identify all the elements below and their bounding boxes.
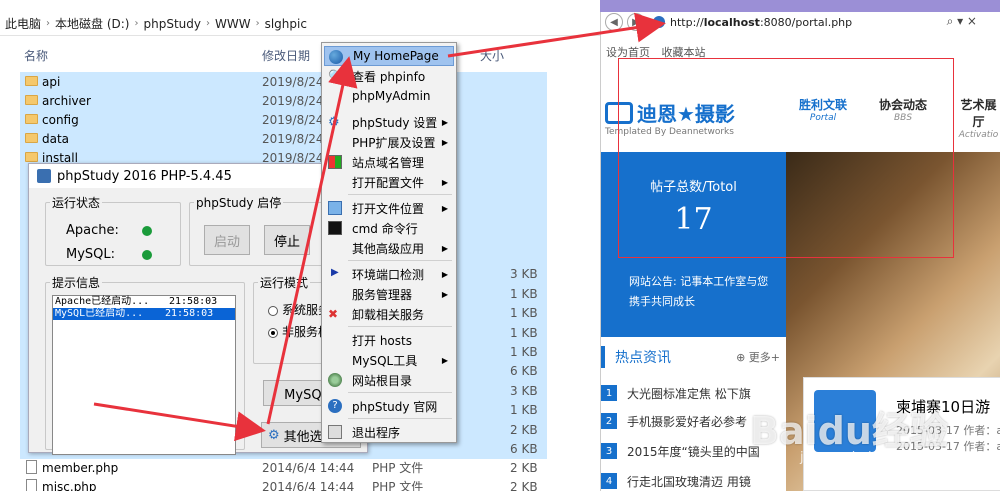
- arrow-to-other-options: [93, 402, 266, 442]
- watermark-url: jingyan.baidu.com: [800, 450, 920, 465]
- arrow-to-url: [447, 12, 666, 58]
- arrow-to-homepage: [266, 56, 358, 425]
- watermark-logo: Baidu经验: [750, 409, 948, 453]
